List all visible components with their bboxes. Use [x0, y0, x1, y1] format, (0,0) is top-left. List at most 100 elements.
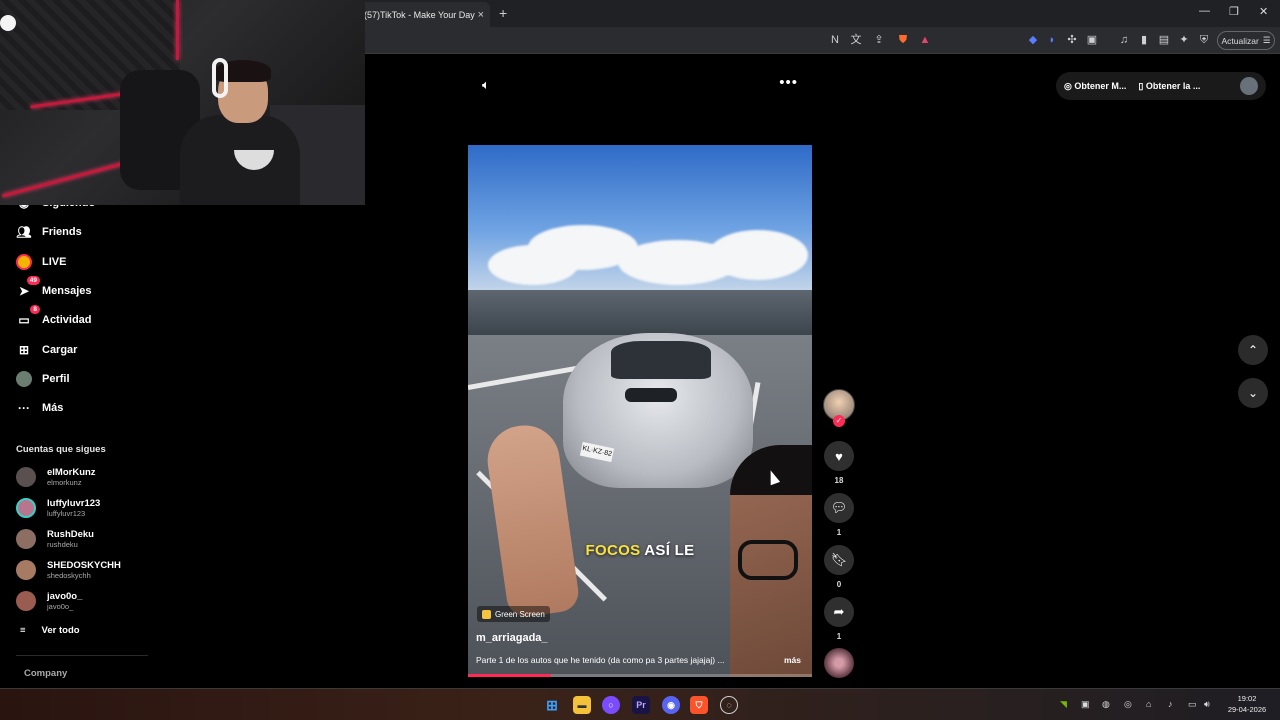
translate-icon[interactable]: 文: [849, 33, 863, 47]
bookmark-icon: 🔖︎: [830, 552, 848, 567]
media-icon[interactable]: ♫: [1117, 33, 1131, 47]
video-player[interactable]: KL·KZ·82 FOCOS ASÍ LE Green Screen m_arr…: [468, 145, 812, 677]
follow-check-icon[interactable]: ✓: [833, 415, 845, 427]
update-button[interactable]: Actualizar ☰: [1217, 31, 1275, 50]
cloud: [488, 245, 578, 285]
sidebar-item-more[interactable]: ··· Más: [16, 397, 63, 419]
sidebar-item-label: Mensajes: [42, 285, 92, 297]
more-dots-icon: ···: [18, 401, 30, 415]
caption-highlight: FOCOS: [585, 542, 641, 559]
new-tab-button[interactable]: +: [499, 5, 507, 21]
see-all-link[interactable]: ≡ Ver todo: [20, 625, 80, 636]
more-options-icon[interactable]: •••: [779, 74, 798, 91]
like-button[interactable]: ♥: [824, 441, 854, 471]
more-link[interactable]: más: [784, 655, 801, 665]
tab-tiktok[interactable]: (57)TikTok - Make Your Day ×: [358, 2, 490, 27]
extensions-icon[interactable]: ✣: [1065, 33, 1079, 47]
tray-globe-icon[interactable]: ◎: [1124, 699, 1132, 710]
upload-icon: ⊞: [18, 343, 30, 357]
file-explorer-icon[interactable]: ▬: [573, 696, 591, 714]
activity-icon: ▭ 8: [16, 305, 40, 328]
windows-taskbar: ⊞ ▬ ○ Pr ◉ ⛉ ◌ ◥ ▣ ◍ ◎ ⌂ ♪ ▭ 🔊︎ 19:02 29…: [0, 688, 1280, 720]
avatar: [16, 591, 36, 611]
effect-chip[interactable]: Green Screen: [477, 606, 550, 622]
capture-icon[interactable]: ▣: [1085, 33, 1099, 47]
sidebar-item-upload[interactable]: ⊞ Cargar: [16, 339, 78, 361]
leo-ai-icon[interactable]: ✦: [1177, 33, 1191, 47]
account-item[interactable]: luffyluvr123 luffyluvr123: [16, 495, 100, 521]
account-item[interactable]: RushDeku rushdeku: [16, 526, 94, 552]
account-item[interactable]: elMorKunz elmorkunz: [16, 464, 96, 490]
sidebar-item-activity[interactable]: ▭ 8 Actividad: [16, 305, 92, 331]
brave-icon[interactable]: ⛉: [690, 696, 708, 714]
account-item[interactable]: SHEDOSKYCHH shedoskychh: [16, 557, 121, 583]
previous-video-button[interactable]: ⌃: [1238, 335, 1268, 365]
friends-icon: 👥︎: [16, 225, 32, 239]
wallet-icon[interactable]: ▤: [1157, 33, 1171, 47]
user-avatar[interactable]: [1240, 77, 1258, 95]
restore-icon[interactable]: ❐: [1229, 5, 1239, 18]
extension-icon[interactable]: ◆: [1026, 33, 1040, 47]
discord-icon[interactable]: ◉: [662, 696, 680, 714]
vpn-icon[interactable]: ⛨: [1197, 33, 1211, 47]
minimize-icon[interactable]: —: [1199, 5, 1210, 17]
volume-icon[interactable]: 🔈︎: [482, 77, 490, 93]
account-handle: luffyluvr123: [47, 509, 86, 518]
brave-rewards-icon[interactable]: ▲: [918, 33, 932, 47]
sidebar-item-label: Friends: [42, 226, 82, 238]
sidebar-toggle-icon[interactable]: ▮: [1137, 33, 1151, 47]
car-windshield: [611, 341, 711, 379]
sidebar-item-messages[interactable]: ➤ 49 Mensajes: [16, 276, 92, 302]
video-progress[interactable]: [468, 674, 812, 677]
get-coins-label: Obtener M...: [1074, 80, 1127, 91]
account-name: SHEDOSKYCHH: [47, 560, 121, 571]
speaker-icon[interactable]: 🔊︎: [1204, 699, 1210, 710]
obs-icon[interactable]: ◌: [720, 696, 738, 714]
mic-icon[interactable]: ♪: [1168, 699, 1173, 709]
cloud: [708, 230, 808, 280]
progress-fill: [468, 674, 551, 677]
brave-shields-icon[interactable]: ⛊: [896, 33, 910, 47]
music-disc-icon[interactable]: [824, 648, 854, 678]
author-name[interactable]: m_arriagada_: [476, 632, 548, 644]
nvidia-icon[interactable]: ◥: [1060, 699, 1067, 710]
get-app-button[interactable]: ▯ Obtener la ...: [1138, 81, 1200, 92]
steam-icon[interactable]: ◍: [1102, 699, 1110, 710]
save-button[interactable]: 🔖︎: [824, 545, 854, 575]
sidebar-item-friends[interactable]: 👥︎ Friends: [16, 221, 82, 243]
company-link[interactable]: Company: [24, 668, 67, 679]
chevron-down-icon: ⌄: [1247, 386, 1259, 400]
sidebar-item-label: Perfil: [42, 373, 70, 385]
system-clock[interactable]: 19:02 29-04-2026: [1222, 693, 1272, 715]
webcam-overlay: [0, 0, 365, 205]
following-accounts-title: Cuentas que sigues: [16, 444, 106, 455]
video-top-controls: 🔈︎ •••: [468, 62, 812, 110]
usb-icon[interactable]: ⌂: [1146, 699, 1151, 709]
share-button[interactable]: ➦: [824, 597, 854, 627]
close-window-icon[interactable]: ✕: [1259, 5, 1268, 18]
tab-close-icon[interactable]: ×: [478, 9, 484, 21]
sidebar-item-profile[interactable]: Perfil: [16, 368, 70, 390]
tray-app-icon[interactable]: ▣: [1081, 699, 1090, 710]
account-name: javo0o_: [47, 591, 83, 602]
account-item[interactable]: javo0o_ javo0o_: [16, 588, 82, 614]
share-icon[interactable]: ⇪: [872, 33, 886, 47]
account-handle: javo0o_: [47, 602, 74, 611]
account-name: elMorKunz: [47, 467, 96, 478]
audio-extension-icon[interactable]: ◗: [1045, 33, 1059, 47]
premiere-icon[interactable]: Pr: [632, 696, 650, 714]
effect-label: Green Screen: [495, 609, 545, 619]
display-icon[interactable]: ▭: [1188, 699, 1197, 710]
account-name: RushDeku: [47, 529, 94, 540]
next-video-button[interactable]: ⌄: [1238, 378, 1268, 408]
reader-icon[interactable]: Ν: [828, 33, 842, 47]
account-handle: shedoskychh: [47, 571, 91, 580]
start-icon[interactable]: ⊞: [543, 696, 561, 714]
sidebar-item-live[interactable]: LIVE: [16, 251, 66, 273]
app-circle-icon[interactable]: ○: [602, 696, 620, 714]
messages-icon: ➤ 49: [16, 276, 40, 299]
hood-scoop: [625, 388, 677, 402]
comment-button[interactable]: 💬︎: [824, 493, 854, 523]
get-coins-button[interactable]: ◎ Obtener M...: [1064, 81, 1126, 92]
avatar: [16, 529, 36, 549]
